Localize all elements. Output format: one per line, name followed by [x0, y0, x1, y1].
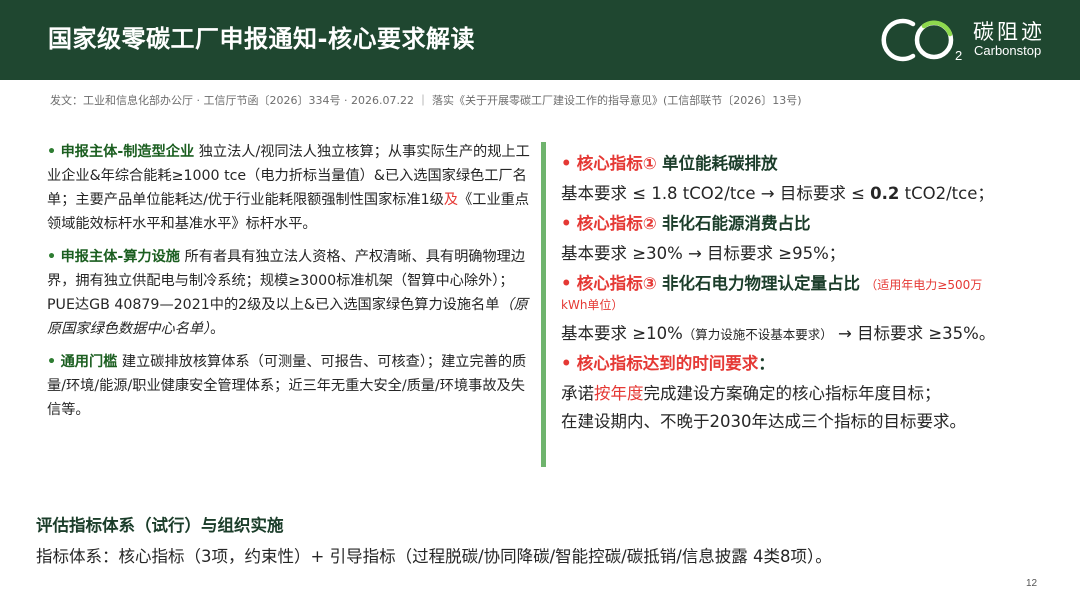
manufacturing-conjunction: 及 — [443, 192, 459, 208]
bullet-icon: • — [561, 354, 572, 373]
bullet-icon: • — [47, 249, 57, 265]
document-meta: 发文：工业和信息化部办公厅 · 工信厅节函〔2026〕334号 · 2026.0… — [50, 94, 802, 107]
indicator-1-requirement: 基本要求 ≤ 1.8 tCO2/tce → 目标要求 ≤ 0.2 tCO2/tc… — [561, 184, 994, 203]
page-title: 国家级零碳工厂申报通知-核心要求解读 — [48, 25, 475, 53]
evaluation-body: 指标体系：核心指标（3项，约束性）+ 引导指标（过程脱碳/协同降碳/智能控碳/碳… — [36, 547, 832, 566]
threshold-paragraph: • 通用门槛 建立碳排放核算体系（可测量、可报告、可核查）；建立完善的质量/环境… — [47, 350, 539, 422]
timeline-line-2: 在建设期内、不晚于2030年达成三个指标的目标要求。 — [561, 412, 966, 431]
bullet-icon: • — [47, 354, 57, 370]
brand-logo: 2 碳阻迹 Carbonstop — [880, 12, 1070, 68]
panel-accent-bar — [541, 142, 546, 467]
timeline-line-1: 承诺按年度完成建设方案确定的核心指标年度目标； — [561, 384, 941, 403]
co2-logo-icon: 2 — [881, 18, 962, 63]
evaluation-title: 评估指标体系（试行）与组织实施 — [36, 516, 284, 535]
bullet-icon: • — [561, 154, 572, 173]
manufacturing-paragraph: • 申报主体-制造型企业 独立法人/视同法人独立核算；从事实际生产的规上工业企业… — [47, 140, 539, 236]
eligibility-panel: • 申报主体-制造型企业 独立法人/视同法人独立核算；从事实际生产的规上工业企业… — [36, 142, 546, 467]
indicator-3-heading: • 核心指标③ 非化石电力物理认定量占比 （适用年电力≥500万 — [561, 274, 983, 293]
indicator-2-heading: • 核心指标② 非化石能源消费占比 — [561, 214, 811, 233]
manufacturing-heading: 申报主体-制造型企业 — [60, 144, 195, 160]
bullet-icon: • — [561, 214, 572, 233]
page-number: 12 — [1026, 578, 1038, 589]
indicator-2-requirement: 基本要求 ≥30% → 目标要求 ≥95%； — [561, 244, 846, 263]
timeline-heading: • 核心指标达到的时间要求： — [561, 354, 775, 373]
bullet-icon: • — [561, 274, 572, 293]
indicator-3-requirement: 基本要求 ≥10%（算力设施不设基本要求） → 目标要求 ≥35%。 — [561, 324, 996, 343]
eligibility-text: • 申报主体-制造型企业 独立法人/视同法人独立核算；从事实际生产的规上工业企业… — [47, 140, 539, 431]
indicator-3-note: kWh单位） — [561, 298, 624, 312]
computing-text-end: 。 — [210, 321, 225, 337]
threshold-text: 建立碳排放核算体系（可测量、可报告、可核查）；建立完善的质量/环境/能源/职业健… — [47, 354, 527, 418]
threshold-heading: 通用门槛 — [60, 354, 118, 370]
computing-paragraph: • 申报主体-算力设施 所有者具有独立法人资格、产权清晰、具有明确物理边界，拥有… — [47, 245, 539, 341]
logo-english-name: Carbonstop — [974, 43, 1042, 58]
indicator-1-heading: • 核心指标① 单位能耗碳排放 — [561, 154, 778, 173]
bullet-icon: • — [47, 144, 57, 160]
svg-text:2: 2 — [955, 48, 962, 63]
logo-chinese-name: 碳阻迹 — [973, 20, 1045, 44]
header-bar: 国家级零碳工厂申报通知-核心要求解读 2 碳阻迹 Carbonstop — [0, 0, 1080, 80]
core-indicators-panel: • 核心指标① 单位能耗碳排放 基本要求 ≤ 1.8 tCO2/tce → 目标… — [561, 144, 1051, 464]
computing-heading: 申报主体-算力设施 — [60, 249, 180, 265]
